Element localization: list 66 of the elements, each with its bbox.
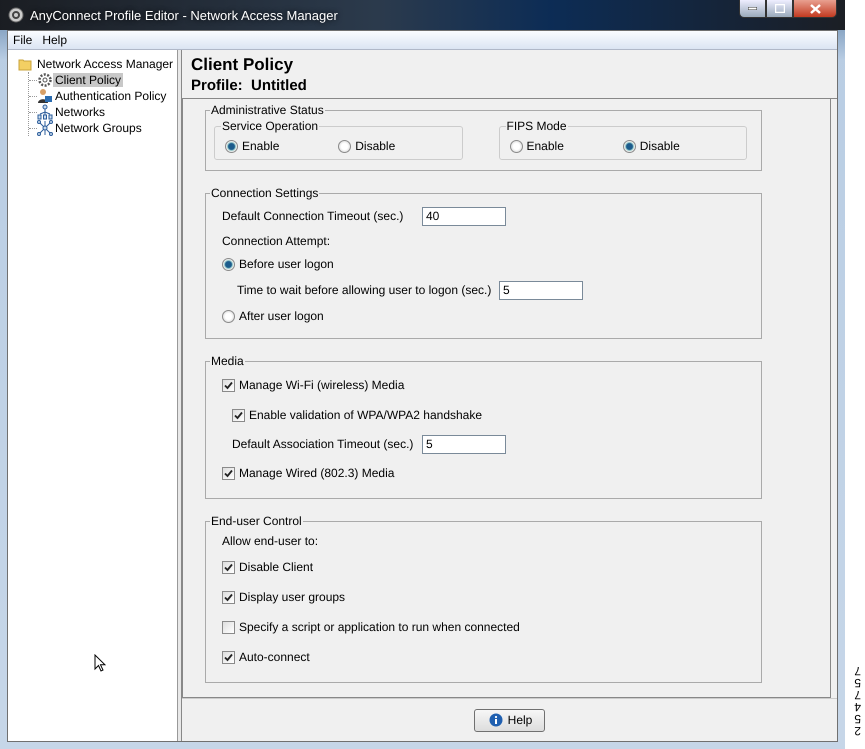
folder-icon	[18, 57, 32, 71]
mouse-pointer-icon	[94, 654, 106, 672]
checkbox-label: Specify a script or application to run when connected	[239, 620, 520, 634]
field-label: Connection Attempt:	[222, 234, 330, 248]
tree-item[interactable]: Network Groups	[53, 121, 144, 135]
group-title: Service Operation	[221, 119, 320, 133]
tree-item[interactable]: Networks	[53, 105, 108, 119]
radio-button[interactable]	[222, 310, 235, 322]
group-title: FIPS Mode	[506, 119, 568, 133]
radio-button[interactable]	[222, 258, 235, 270]
checkbox-label: Display user groups	[239, 590, 346, 604]
user-icon	[37, 88, 53, 104]
menu-item[interactable]: Help	[37, 33, 72, 47]
close-button[interactable]	[793, 0, 837, 18]
checkbox[interactable]	[222, 620, 235, 634]
radio-label: Disable	[355, 139, 396, 153]
radio-button[interactable]	[510, 140, 522, 152]
field-label: Time to wait before allowing user to logon (sec.)	[237, 283, 492, 297]
checkbox-label: Enable validation of WPA/WPA2 handshake	[249, 408, 482, 422]
network-groups-icon	[37, 120, 53, 136]
window-title: AnyConnect Profile Editor - Network Access Manager	[30, 8, 338, 22]
checkbox[interactable]	[222, 590, 235, 604]
checkbox-label: Disable Client	[239, 560, 314, 574]
group-title: Media	[210, 354, 245, 368]
menu-item[interactable]: File	[8, 33, 38, 47]
info-icon	[488, 713, 503, 727]
group-title: Connection Settings	[210, 186, 320, 200]
checkbox-label: Manage Wired (802.3) Media	[239, 466, 394, 480]
maximize-icon	[774, 4, 784, 13]
radio-button[interactable]	[338, 140, 352, 152]
help-button[interactable]: Help	[474, 708, 546, 732]
checkbox[interactable]	[232, 408, 245, 422]
input-field[interactable]: 5	[422, 434, 506, 454]
radio-label: Enable	[526, 139, 564, 153]
input-field[interactable]: 40	[422, 206, 506, 226]
checkbox-label: Auto-connect	[239, 650, 310, 664]
checkbox[interactable]	[222, 466, 235, 480]
app-icon	[8, 7, 24, 23]
group-title: End-user Control	[210, 514, 303, 528]
close-icon	[810, 4, 820, 14]
field-label: Default Connection Timeout (sec.)	[222, 209, 404, 223]
tree-item[interactable]: Client Policy	[53, 73, 124, 87]
radio-label: Before user logon	[239, 257, 334, 271]
figure-number: 254757	[853, 665, 861, 737]
radio-label: Enable	[242, 139, 280, 153]
gear-icon	[37, 72, 53, 88]
network-icon	[37, 104, 53, 120]
minimize-button[interactable]	[739, 0, 766, 18]
radio-label: After user logon	[239, 309, 324, 323]
checkbox[interactable]	[222, 378, 235, 392]
field-label: Allow end-user to:	[222, 534, 318, 548]
checkbox[interactable]	[222, 560, 235, 574]
tree-item[interactable]: Network Access Manager	[35, 57, 176, 71]
page-title: Client Policy	[191, 55, 294, 75]
tree-item[interactable]: Authentication Policy	[53, 89, 168, 103]
profile-name: Profile: Untitled	[191, 77, 308, 94]
maximize-button[interactable]	[766, 0, 793, 18]
radio-button[interactable]	[622, 140, 636, 152]
checkbox-label: Manage Wi-Fi (wireless) Media	[239, 378, 404, 392]
minimize-icon	[748, 7, 757, 10]
input-field[interactable]: 5	[499, 280, 583, 300]
checkbox[interactable]	[222, 650, 235, 664]
radio-button[interactable]	[225, 140, 238, 152]
field-label: Default Association Timeout (sec.)	[232, 437, 414, 451]
group-title: Administrative Status	[210, 103, 325, 117]
radio-label: Disable	[640, 139, 680, 153]
